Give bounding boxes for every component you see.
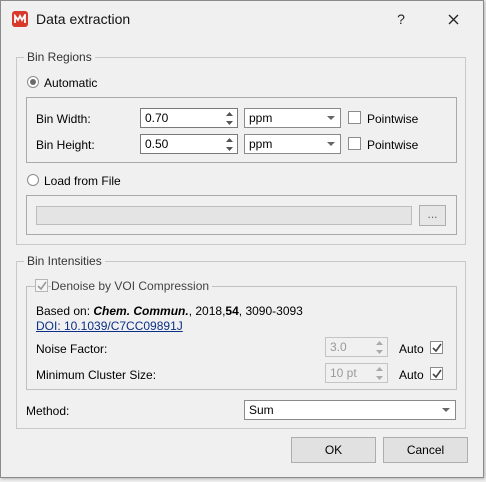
reference-year: , 2018, bbox=[188, 304, 226, 318]
doi-link[interactable]: DOI: 10.1039/C7CC09891J bbox=[36, 319, 183, 333]
help-button[interactable]: ? bbox=[391, 9, 411, 29]
bin-height-decrement[interactable] bbox=[222, 144, 237, 153]
close-icon bbox=[448, 14, 458, 24]
window-title: Data extraction bbox=[36, 11, 131, 27]
bin-height-pointwise-label: Pointwise bbox=[367, 138, 419, 152]
bin-width-unit-value: ppm bbox=[249, 111, 273, 125]
method-label: Method: bbox=[26, 404, 70, 418]
noise-factor-label: Noise Factor: bbox=[36, 342, 108, 356]
noise-factor-increment[interactable] bbox=[372, 338, 387, 347]
checkmark-icon bbox=[432, 343, 442, 353]
bin-width-value: 0.70 bbox=[145, 111, 169, 125]
noise-factor-auto-label: Auto bbox=[399, 342, 424, 356]
browse-button[interactable]: ... bbox=[419, 205, 446, 226]
bin-width-pointwise-checkbox[interactable] bbox=[348, 111, 361, 124]
bin-height-unit-value: ppm bbox=[249, 137, 273, 151]
load-from-file-label: Load from File bbox=[44, 174, 121, 188]
min-cluster-value: 10 pt bbox=[330, 366, 357, 380]
method-select[interactable]: Sum bbox=[244, 400, 456, 420]
file-path-field[interactable] bbox=[36, 206, 412, 225]
chevron-down-icon bbox=[327, 142, 335, 146]
bin-width-increment[interactable] bbox=[222, 109, 237, 118]
mnova-logo-icon bbox=[12, 11, 28, 27]
reference-pages: , 3090-3093 bbox=[238, 304, 303, 318]
bin-height-unit-select[interactable]: ppm bbox=[244, 134, 341, 154]
bin-width-unit-select[interactable]: ppm bbox=[244, 108, 341, 128]
cancel-button[interactable]: Cancel bbox=[383, 437, 468, 463]
close-button[interactable] bbox=[443, 9, 463, 29]
method-value: Sum bbox=[249, 403, 274, 417]
bin-width-pointwise-label: Pointwise bbox=[367, 112, 419, 126]
bin-intensities-legend: Bin Intensities bbox=[24, 254, 105, 268]
noise-factor-value: 3.0 bbox=[330, 340, 347, 354]
reference-prefix: Based on: bbox=[36, 304, 94, 318]
bin-width-label: Bin Width: bbox=[36, 112, 91, 126]
noise-factor-spinbox[interactable]: 3.0 bbox=[325, 337, 388, 357]
bin-height-pointwise-checkbox[interactable] bbox=[348, 137, 361, 150]
min-cluster-decrement[interactable] bbox=[372, 373, 387, 382]
reference-citation: Based on: Chem. Commun., 2018,54, 3090-3… bbox=[36, 304, 303, 318]
checkmark-icon bbox=[432, 369, 442, 379]
chevron-down-icon bbox=[327, 116, 335, 120]
noise-factor-decrement[interactable] bbox=[372, 347, 387, 356]
min-cluster-auto-label: Auto bbox=[399, 368, 424, 382]
bin-width-spinbox[interactable]: 0.70 bbox=[140, 108, 238, 128]
min-cluster-increment[interactable] bbox=[372, 364, 387, 373]
min-cluster-label: Minimum Cluster Size: bbox=[36, 368, 157, 382]
bin-height-value: 0.50 bbox=[145, 137, 169, 151]
ok-button[interactable]: OK bbox=[291, 437, 376, 463]
min-cluster-auto-checkbox[interactable] bbox=[430, 367, 443, 380]
data-extraction-dialog: Data extraction ? Bin Regions Automatic … bbox=[0, 0, 484, 478]
bin-regions-legend: Bin Regions bbox=[24, 50, 95, 64]
chevron-down-icon bbox=[442, 408, 450, 412]
bin-height-increment[interactable] bbox=[222, 135, 237, 144]
denoise-label: Denoise by VOI Compression bbox=[51, 279, 213, 293]
checkmark-icon bbox=[37, 281, 47, 291]
noise-factor-auto-checkbox[interactable] bbox=[430, 341, 443, 354]
bin-height-spinbox[interactable]: 0.50 bbox=[140, 134, 238, 154]
reference-volume: 54 bbox=[225, 304, 239, 318]
automatic-settings-box bbox=[26, 97, 457, 163]
min-cluster-spinbox[interactable]: 10 pt bbox=[325, 363, 388, 383]
bin-height-label: Bin Height: bbox=[36, 138, 95, 152]
automatic-label: Automatic bbox=[44, 76, 98, 90]
denoise-checkbox[interactable] bbox=[35, 279, 48, 292]
reference-journal: Chem. Commun. bbox=[93, 304, 189, 318]
title-bar: Data extraction ? bbox=[1, 1, 483, 37]
automatic-radio[interactable] bbox=[27, 76, 39, 88]
bin-width-decrement[interactable] bbox=[222, 118, 237, 127]
load-from-file-radio[interactable] bbox=[27, 174, 39, 186]
